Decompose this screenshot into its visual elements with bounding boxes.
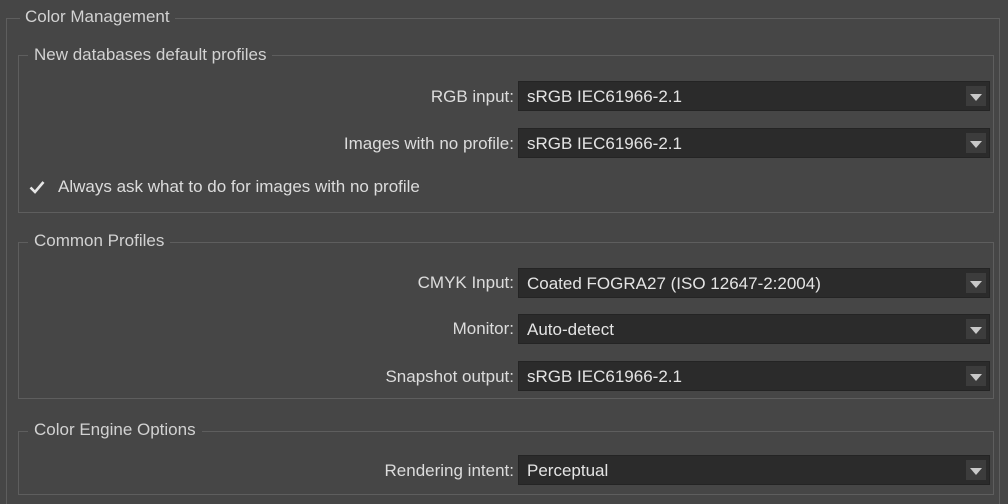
chevron-down-icon[interactable] xyxy=(966,86,986,106)
color-engine-group-title: Color Engine Options xyxy=(28,419,202,441)
no-profile-value: sRGB IEC61966-2.1 xyxy=(527,134,682,153)
monitor-label: Monitor: xyxy=(452,319,514,338)
snapshot-output-value: sRGB IEC61966-2.1 xyxy=(527,367,682,386)
snapshot-output-select[interactable]: sRGB IEC61966-2.1 xyxy=(518,361,990,391)
common-profiles-group-title: Common Profiles xyxy=(28,230,171,252)
always-ask-label: Always ask what to do for images with no… xyxy=(58,177,420,196)
always-ask-checkbox[interactable]: Always ask what to do for images with no… xyxy=(26,175,420,199)
chevron-down-icon[interactable] xyxy=(966,319,986,339)
rendering-intent-select[interactable]: Perceptual xyxy=(518,455,990,485)
monitor-value: Auto-detect xyxy=(527,320,614,339)
chevron-down-icon[interactable] xyxy=(966,460,986,480)
chevron-down-icon[interactable] xyxy=(966,366,986,386)
no-profile-label: Images with no profile: xyxy=(343,134,514,153)
checkmark-icon[interactable] xyxy=(26,176,48,198)
cmyk-input-select[interactable]: Coated FOGRA27 (ISO 12647-2:2004) xyxy=(518,268,990,298)
chevron-down-icon[interactable] xyxy=(966,133,986,153)
new-databases-group-title: New databases default profiles xyxy=(28,44,273,66)
panel-title: Color Management xyxy=(20,6,175,28)
monitor-select[interactable]: Auto-detect xyxy=(518,314,990,344)
rendering-intent-label: Rendering intent: xyxy=(384,461,514,480)
rgb-input-value: sRGB IEC61966-2.1 xyxy=(527,87,682,106)
chevron-down-icon[interactable] xyxy=(966,273,986,293)
color-management-panel: Color Management New databases default p… xyxy=(0,0,1008,504)
cmyk-input-value: Coated FOGRA27 (ISO 12647-2:2004) xyxy=(527,274,821,293)
rendering-intent-value: Perceptual xyxy=(527,461,609,480)
cmyk-input-label: CMYK Input: xyxy=(417,273,514,292)
snapshot-output-label: Snapshot output: xyxy=(385,367,514,386)
rgb-input-select[interactable]: sRGB IEC61966-2.1 xyxy=(518,81,990,111)
no-profile-select[interactable]: sRGB IEC61966-2.1 xyxy=(518,128,990,158)
rgb-input-label: RGB input: xyxy=(430,87,514,106)
